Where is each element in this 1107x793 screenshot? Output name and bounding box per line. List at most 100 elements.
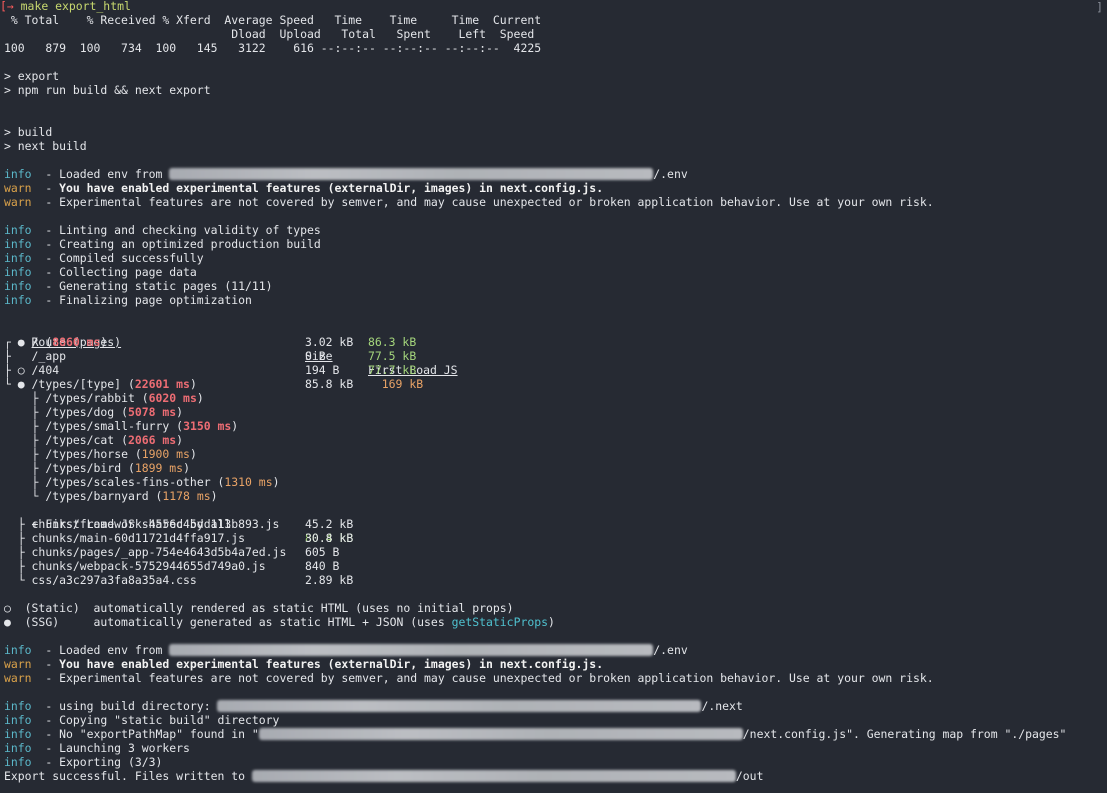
info-label: info	[4, 713, 32, 727]
legend-ssg-close: )	[548, 615, 555, 629]
subroute-build-time: 1899 ms	[134, 461, 184, 475]
subroute-build-time: 5078 ms	[127, 405, 177, 419]
chunk-row: ├ chunks/main-60d11721d4ffa917.js 30.8 kB	[4, 531, 504, 545]
subroute-tree-prefix: └	[4, 489, 46, 503]
log-text: -	[31, 181, 60, 195]
chunk-name: chunks/pages/_app-754e4643d5b4a7ed.js	[31, 545, 287, 559]
subroute-path: /types/cat (	[45, 433, 128, 447]
subroute-row: ├ /types/dog (5078 ms)	[4, 405, 184, 419]
chunk-size: 605 B	[305, 545, 340, 559]
subroute-path: /types/dog (	[45, 405, 128, 419]
log-warn-experimental: warn - You have enabled experimental fea…	[4, 181, 603, 195]
subroute-paren: )	[196, 391, 204, 405]
log-text: - Copying "static build" directory	[31, 713, 280, 727]
subroute-row: ├ /types/rabbit (6020 ms)	[4, 391, 204, 405]
log-text: - Experimental features are not covered …	[31, 195, 934, 209]
subroute-path: /types/bird (	[45, 461, 135, 475]
log-text: - Creating an optimized production build	[31, 237, 321, 251]
legend-static: ○ (Static) automatically rendered as sta…	[4, 601, 514, 615]
log-line: info - Finalizing page optimization	[4, 293, 252, 307]
route-row: └ ● /types/[type] (22601 ms) 85.8 kB 169 …	[4, 377, 504, 391]
warn-label: warn	[4, 671, 32, 685]
route-row: ┌ ● / (8860 ms) 3.02 kB 86.3 kB	[4, 335, 504, 349]
chunk-size: 45.2 kB	[305, 517, 354, 531]
route-tree-prefix: ┌ ●	[4, 335, 32, 349]
subroute-build-time: 2066 ms	[127, 433, 177, 447]
subroute-tree-prefix: ├	[4, 391, 46, 405]
route-path: /404	[31, 363, 60, 377]
redacted-path	[258, 728, 743, 740]
subroute-row: └ /types/barnyard (1178 ms)	[4, 489, 218, 503]
route-tree-prefix: ├ ○	[4, 363, 32, 377]
route-row: ├ ○ /404 194 B 77.7 kB	[4, 363, 504, 377]
route-size: 194 B	[305, 363, 340, 377]
subroute-path: /types/barnyard (	[45, 489, 163, 503]
chunk-tree-prefix: ├	[4, 545, 32, 559]
subroute-build-time: 6020 ms	[148, 391, 197, 405]
route-tree-prefix: ├	[4, 349, 32, 363]
chunk-size: 2.89 kB	[305, 573, 354, 587]
log-copying: info - Copying "static build" directory	[4, 713, 279, 727]
subroute-tree-prefix: ├	[4, 405, 46, 419]
route-first-load: 169 kB	[368, 377, 424, 391]
route-paren: )	[100, 335, 108, 349]
log-suffix: /.next	[701, 699, 743, 713]
info-label: info	[4, 699, 32, 713]
subroute-path: /types/rabbit (	[45, 391, 149, 405]
log-text: - Loaded env from	[31, 167, 170, 181]
route-first-load: 77.5 kB	[368, 349, 417, 363]
warn-label: warn	[4, 181, 32, 195]
chunk-tree-prefix: ├	[4, 531, 32, 545]
route-size: 85.8 kB	[305, 377, 354, 391]
subroute-tree-prefix: ├	[4, 419, 46, 433]
legend-ssg-text: ● (SSG) automatically generated as stati…	[4, 615, 452, 629]
chunk-size: 30.8 kB	[305, 531, 354, 545]
log-bold-text: You have enabled experimental features (…	[59, 657, 604, 671]
route-size: 0 B	[305, 349, 326, 363]
chunk-tree-prefix: ├	[4, 559, 32, 573]
warn-label: warn	[4, 657, 32, 671]
route-first-load: 86.3 kB	[368, 335, 417, 349]
log-warn-experimental-2: warn - You have enabled experimental fea…	[4, 657, 603, 671]
subroute-path: /types/horse (	[45, 447, 142, 461]
route-row: ├ /_app 0 B 77.5 kB	[4, 349, 504, 363]
redacted-path	[169, 168, 654, 180]
chunk-tree-prefix: └	[4, 573, 32, 587]
subroute-paren: )	[272, 475, 280, 489]
chunk-row: └ css/a3c297a3fa8a35a4.css 2.89 kB	[4, 573, 504, 587]
info-label: info	[4, 741, 32, 755]
window-corner-bracket: ]	[1096, 0, 1103, 14]
subroute-paren: )	[210, 489, 218, 503]
log-text: - Collecting page data	[31, 265, 197, 279]
redacted-path	[217, 700, 702, 712]
npm-export-label: > export	[4, 69, 60, 83]
log-text: - using build directory:	[31, 699, 218, 713]
log-loaded-env-2: info - Loaded env from /.env	[4, 643, 688, 657]
prompt-bracket: [	[0, 0, 7, 13]
log-text: - Loaded env from	[31, 643, 170, 657]
chunk-row: ├ chunks/webpack-5752944655d749a0.js 840 …	[4, 559, 504, 573]
prompt-arrow-icon: →	[6, 0, 14, 13]
curl-header-1: % Total % Received % Xferd Average Speed…	[4, 13, 542, 27]
route-table-header: Route (pages) Size First Load JS	[4, 321, 504, 377]
route-tree-prefix: └ ●	[4, 377, 32, 391]
subroute-tree-prefix: ├	[4, 461, 46, 475]
prompt-line: [→ make export_html	[0, 0, 131, 13]
log-loaded-env: info - Loaded env from /.env	[4, 167, 688, 181]
chunk-name: css/a3c297a3fa8a35a4.css	[31, 573, 197, 587]
log-suffix: /.env	[653, 643, 688, 657]
chunk-row: ├ chunks/pages/_app-754e4643d5b4a7ed.js 6…	[4, 545, 504, 559]
log-exporting: info - Exporting (3/3)	[4, 755, 162, 769]
subroute-paren: )	[183, 461, 190, 475]
route-path: /types/[type] (	[31, 377, 135, 391]
log-build-dir: info - using build directory: /.next	[4, 699, 743, 713]
log-text: - Compiled successfully	[31, 251, 204, 265]
log-text: - Exporting (3/3)	[31, 755, 163, 769]
chunk-row: ├ chunks/framework-4556c45dd113b893.js 45…	[4, 517, 504, 531]
curl-header-2: Dload Upload Total Spent Left Speed	[4, 27, 535, 41]
info-label: info	[4, 167, 32, 181]
npm-build-command: > next build	[4, 139, 87, 153]
prompt-command: make export_html	[20, 0, 131, 13]
subroute-tree-prefix: ├	[4, 433, 46, 447]
route-build-time: 8860 ms	[52, 335, 101, 349]
